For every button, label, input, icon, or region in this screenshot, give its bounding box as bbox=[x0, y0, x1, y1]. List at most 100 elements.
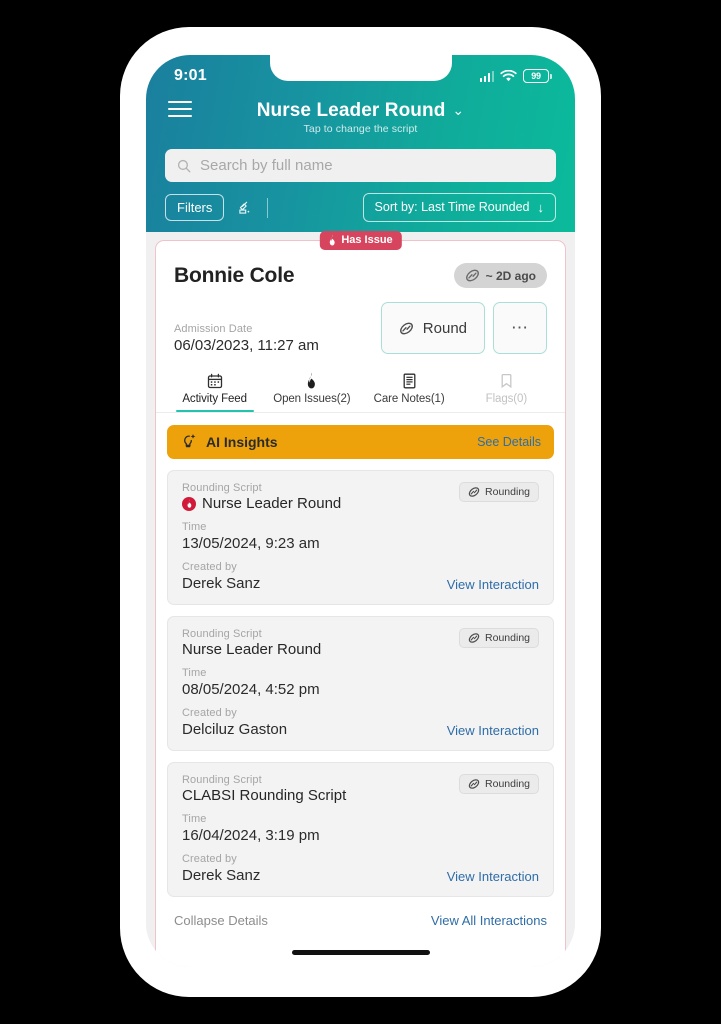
time-label: Time bbox=[182, 521, 207, 533]
time-value: 08/05/2024, 4:52 pm bbox=[182, 681, 320, 698]
script-selector[interactable]: Nurse Leader Round ⌄ bbox=[257, 100, 465, 122]
tab-label: Open Issues(2) bbox=[273, 393, 351, 405]
stethoscope-icon bbox=[468, 633, 480, 643]
time-value: 13/05/2024, 9:23 am bbox=[182, 535, 320, 552]
created-value: Derek Sanz bbox=[182, 575, 261, 592]
tab-label: Flags(0) bbox=[485, 393, 528, 405]
created-value: Derek Sanz bbox=[182, 867, 261, 884]
view-interaction-link[interactable]: View Interaction bbox=[447, 723, 539, 738]
stethoscope-icon bbox=[465, 269, 479, 282]
sort-button[interactable]: Sort by: Last Time Rounded ↓ bbox=[362, 193, 556, 222]
created-row: Created by Derek Sanz View Interaction bbox=[182, 853, 539, 884]
rounding-tag-label: Rounding bbox=[485, 778, 530, 790]
interaction-card-top: Rounding Script Nurse Leader Round Round… bbox=[182, 482, 539, 512]
tab-label: Activity Feed bbox=[182, 393, 247, 405]
ai-insights-left: AI Insights bbox=[180, 433, 278, 451]
rounding-tag: Rounding bbox=[459, 628, 539, 648]
app-header: 9:01 99 Nurse Leader Round ⌄ Tap to chan… bbox=[146, 55, 575, 232]
script-name-row: CLABSI Rounding Script bbox=[182, 787, 346, 804]
page-title: Nurse Leader Round bbox=[256, 99, 446, 121]
script-block: Rounding Script Nurse Leader Round bbox=[182, 482, 341, 512]
view-all-interactions-link[interactable]: View All Interactions bbox=[431, 913, 547, 928]
status-indicators: 99 bbox=[479, 65, 552, 83]
search-input[interactable]: Search by full name bbox=[165, 149, 556, 182]
status-time: 9:01 bbox=[174, 67, 207, 84]
time-label: Time bbox=[182, 667, 207, 679]
notch bbox=[269, 55, 452, 81]
hamburger-menu-icon[interactable] bbox=[168, 101, 192, 118]
view-interaction-link[interactable]: View Interaction bbox=[447, 577, 539, 592]
search-wrap: Search by full name bbox=[146, 139, 575, 182]
view-interaction-link[interactable]: View Interaction bbox=[447, 869, 539, 884]
tab-open-issues[interactable]: Open Issues(2) bbox=[263, 372, 360, 412]
status-badge: Has Issue bbox=[319, 231, 402, 250]
patient-meta-row: Admission Date 06/03/2023, 11:27 am Roun… bbox=[156, 288, 565, 354]
rounding-tag: Rounding bbox=[459, 774, 539, 794]
created-row: Created by Derek Sanz View Interaction bbox=[182, 561, 539, 592]
nav-title-wrap[interactable]: Nurse Leader Round ⌄ Tap to change the s… bbox=[146, 98, 575, 135]
document-icon bbox=[361, 372, 458, 389]
rounding-tag-label: Rounding bbox=[485, 486, 530, 498]
stethoscope-icon bbox=[468, 487, 480, 497]
tab-bar: Activity Feed Open Issues(2) Care Notes(… bbox=[156, 354, 565, 413]
script-name-row: Nurse Leader Round bbox=[182, 495, 341, 512]
interaction-card-top: Rounding Script CLABSI Rounding Script R… bbox=[182, 774, 539, 804]
admission-value: 06/03/2023, 11:27 am bbox=[174, 337, 319, 354]
flame-icon bbox=[263, 372, 360, 389]
broom-icon[interactable] bbox=[236, 199, 253, 217]
see-details-link[interactable]: See Details bbox=[477, 435, 541, 449]
content-area: Has Issue Bonnie Cole ~ 2D ago Admission… bbox=[146, 231, 575, 967]
status-badge-label: Has Issue bbox=[341, 234, 393, 246]
patient-actions: Round ⋯ bbox=[380, 302, 547, 354]
nav-row: Nurse Leader Round ⌄ Tap to change the s… bbox=[146, 93, 575, 139]
screenshot-stage: 9:01 99 Nurse Leader Round ⌄ Tap to chan… bbox=[0, 0, 721, 1024]
last-rounded-pill: ~ 2D ago bbox=[453, 263, 547, 288]
interaction-card[interactable]: Rounding Script CLABSI Rounding Script R… bbox=[167, 762, 554, 897]
script-label: Rounding Script bbox=[182, 482, 262, 494]
tab-activity-feed[interactable]: Activity Feed bbox=[166, 372, 263, 412]
created-block: Created by Derek Sanz bbox=[182, 561, 260, 592]
script-name: CLABSI Rounding Script bbox=[182, 787, 347, 804]
last-rounded-label: ~ 2D ago bbox=[485, 268, 536, 283]
stethoscope-icon bbox=[468, 779, 480, 789]
arrow-down-icon: ↓ bbox=[537, 200, 545, 215]
script-name: Nurse Leader Round bbox=[182, 641, 322, 658]
tab-flags[interactable]: Flags(0) bbox=[458, 372, 555, 412]
status-bar: 9:01 99 bbox=[146, 55, 575, 93]
card-footer: Collapse Details View All Interactions bbox=[156, 897, 565, 928]
script-name-row: Nurse Leader Round bbox=[182, 641, 321, 658]
time-block: Time 13/05/2024, 9:23 am bbox=[182, 521, 539, 552]
flame-icon bbox=[329, 234, 335, 246]
battery-icon: 99 bbox=[523, 69, 552, 83]
round-button[interactable]: Round bbox=[380, 302, 485, 354]
time-value: 16/04/2024, 3:19 pm bbox=[182, 827, 320, 844]
rounding-tag-label: Rounding bbox=[485, 632, 530, 644]
interaction-card-top: Rounding Script Nurse Leader Round Round… bbox=[182, 628, 539, 658]
collapse-details-link[interactable]: Collapse Details bbox=[174, 913, 268, 928]
bookmark-icon bbox=[458, 372, 555, 389]
ai-insights-title: AI Insights bbox=[206, 434, 278, 450]
interaction-card[interactable]: Rounding Script Nurse Leader Round Round… bbox=[167, 616, 554, 751]
admission-label: Admission Date bbox=[174, 323, 253, 335]
interaction-card[interactable]: Rounding Script Nurse Leader Round Round… bbox=[167, 470, 554, 605]
filters-button[interactable]: Filters bbox=[165, 194, 225, 221]
time-label: Time bbox=[182, 813, 207, 825]
stethoscope-icon bbox=[399, 322, 413, 334]
created-label: Created by bbox=[182, 561, 237, 573]
tab-care-notes[interactable]: Care Notes(1) bbox=[361, 372, 458, 412]
search-icon bbox=[177, 159, 191, 172]
more-options-button[interactable]: ⋯ bbox=[493, 302, 547, 354]
chevron-down-icon: ⌄ bbox=[452, 102, 465, 118]
script-block: Rounding Script Nurse Leader Round bbox=[182, 628, 321, 658]
ai-insights-banner[interactable]: AI Insights See Details bbox=[167, 425, 554, 459]
wifi-icon bbox=[500, 69, 517, 81]
patient-name: Bonnie Cole bbox=[174, 263, 295, 287]
created-value: Delciluz Gaston bbox=[182, 721, 288, 738]
lightbulb-sparkle-icon bbox=[184, 434, 196, 448]
round-button-label: Round bbox=[422, 319, 467, 337]
script-label: Rounding Script bbox=[182, 628, 262, 640]
admission-block: Admission Date 06/03/2023, 11:27 am bbox=[174, 323, 319, 354]
tab-label: Care Notes(1) bbox=[373, 393, 445, 405]
script-block: Rounding Script CLABSI Rounding Script bbox=[182, 774, 346, 804]
created-label: Created by bbox=[182, 707, 237, 719]
